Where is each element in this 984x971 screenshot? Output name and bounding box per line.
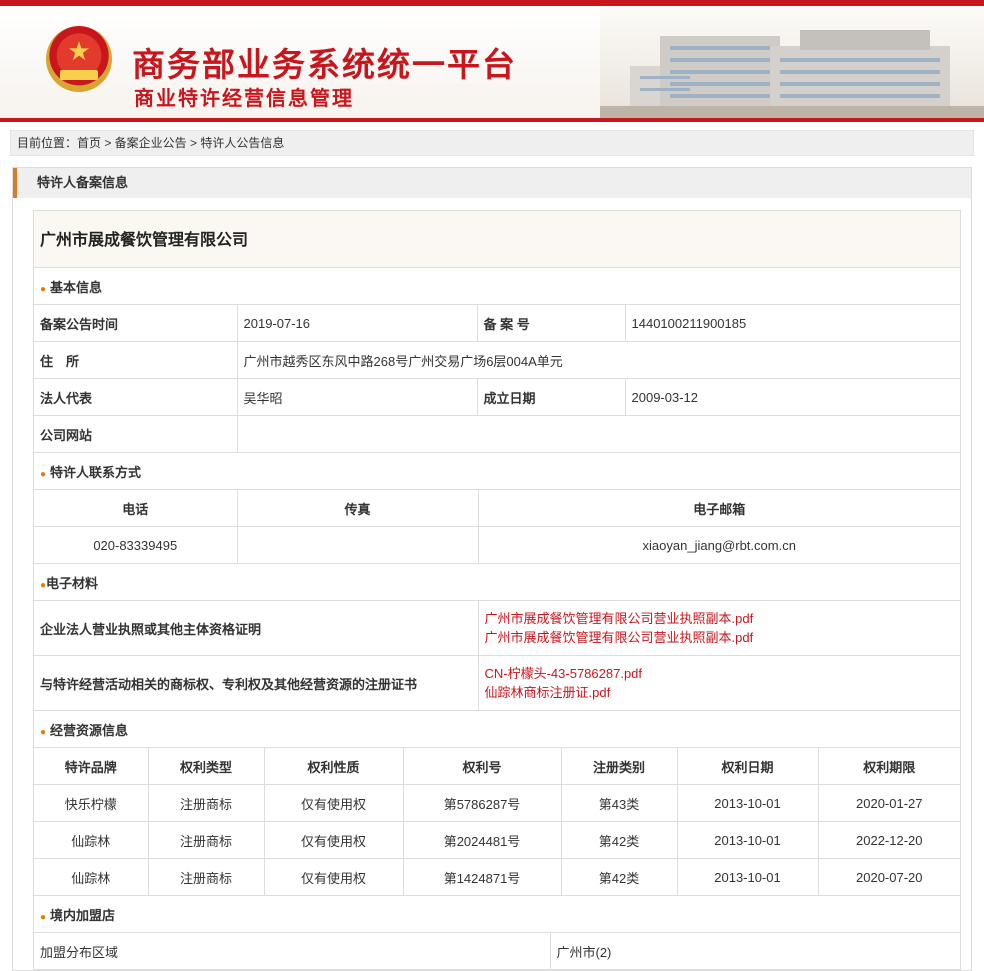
reg-class-cell: 第43类 — [561, 784, 678, 822]
right-no-cell: 第1424871号 — [403, 858, 562, 896]
section-basic-info: ● 基本信息 — [34, 268, 960, 305]
right-date-cell: 2013-10-01 — [677, 858, 819, 896]
col-right-type: 权利类型 — [148, 747, 265, 785]
right-type-cell: 注册商标 — [148, 784, 265, 822]
right-date-cell: 2013-10-01 — [677, 784, 819, 822]
right-type-cell: 注册商标 — [148, 821, 265, 859]
website-value — [237, 415, 960, 453]
license-file-link[interactable]: 广州市展成餐饮管理有限公司营业执照副本.pdf — [485, 628, 960, 647]
basic-info-table: ● 基本信息 备案公告时间 2019-07-16 备 案 号 1440100211… — [34, 268, 960, 453]
license-file-link[interactable]: 广州市展成餐饮管理有限公司营业执照副本.pdf — [485, 609, 960, 628]
announce-date-value: 2019-07-16 — [237, 304, 478, 342]
announce-date-label: 备案公告时间 — [34, 304, 238, 342]
section-materials: ●电子材料 — [34, 564, 960, 601]
website-label: 公司网站 — [34, 415, 238, 453]
table-row: 快乐柠檬 注册商标 仅有使用权 第5786287号 第43类 2013-10-0… — [34, 784, 960, 822]
right-type-cell: 注册商标 — [148, 858, 265, 896]
license-label: 企业法人营业执照或其他主体资格证明 — [34, 600, 479, 656]
col-right-term: 权利期限 — [818, 747, 960, 785]
stores-table: ● 境内加盟店 加盟分布区域 广州市(2) — [34, 896, 960, 970]
resources-header-row: 特许品牌 权利类型 权利性质 权利号 注册类别 权利日期 权利期限 — [34, 747, 960, 785]
panel-title: 特许人备案信息 — [13, 168, 971, 198]
contact-table: ● 特许人联系方式 电话 传真 电子邮箱 020-83339495 xiaoyan… — [34, 453, 960, 564]
national-emblem-icon: ★ — [46, 26, 112, 92]
col-right-no: 权利号 — [403, 747, 562, 785]
bullet-icon: ● — [40, 283, 47, 295]
resources-table: ● 经营资源信息 特许品牌 权利类型 权利性质 权利号 注册类别 权利日期 权利期… — [34, 711, 960, 896]
phone-header: 电话 — [34, 489, 238, 527]
certificate-file-link[interactable]: 仙踪林商标注册证.pdf — [485, 683, 960, 702]
building-image — [600, 6, 984, 118]
legal-rep-value: 吴华昭 — [237, 378, 478, 416]
bullet-icon: ● — [40, 726, 47, 738]
right-term-cell: 2020-07-20 — [818, 858, 960, 896]
phone-value: 020-83339495 — [34, 526, 238, 564]
certificate-files: CN-柠檬头-43-5786287.pdf 仙踪林商标注册证.pdf — [478, 655, 960, 711]
company-name: 广州市展成餐饮管理有限公司 — [34, 211, 960, 268]
materials-table: ●电子材料 企业法人营业执照或其他主体资格证明 广州市展成餐饮管理有限公司营业执… — [34, 564, 960, 711]
section-resources: ● 经营资源信息 — [34, 711, 960, 748]
license-files: 广州市展成餐饮管理有限公司营业执照副本.pdf 广州市展成餐饮管理有限公司营业执… — [478, 600, 960, 656]
table-row: 仙踪林 注册商标 仅有使用权 第2024481号 第42类 2013-10-01… — [34, 821, 960, 859]
record-no-label: 备 案 号 — [477, 304, 626, 342]
right-term-cell: 2022-12-20 — [818, 821, 960, 859]
legal-rep-label: 法人代表 — [34, 378, 238, 416]
record-no-value: 1440100211900185 — [625, 304, 960, 342]
right-nature-cell: 仅有使用权 — [264, 784, 404, 822]
address-value: 广州市越秀区东风中路268号广州交易广场6层004A单元 — [237, 341, 960, 379]
email-value: xiaoyan_jiang@rbt.com.cn — [478, 526, 960, 564]
fax-value — [237, 526, 479, 564]
right-term-cell: 2020-01-27 — [818, 784, 960, 822]
bullet-icon: ● — [40, 911, 47, 923]
right-date-cell: 2013-10-01 — [677, 821, 819, 859]
record-details: 广州市展成餐饮管理有限公司 ● 基本信息 备案公告时间 2019-07-16 备 … — [33, 210, 961, 970]
fax-header: 传真 — [237, 489, 479, 527]
address-label: 住 所 — [34, 341, 238, 379]
col-right-date: 权利日期 — [677, 747, 819, 785]
email-header: 电子邮箱 — [478, 489, 960, 527]
brand-cell: 仙踪林 — [34, 821, 149, 859]
brand-cell: 仙踪林 — [34, 858, 149, 896]
region-label: 加盟分布区域 — [34, 932, 551, 970]
section-stores: ● 境内加盟店 — [34, 896, 960, 933]
region-value: 广州市(2) — [550, 932, 960, 970]
right-nature-cell: 仅有使用权 — [264, 858, 404, 896]
site-subtitle: 商业特许经营信息管理 — [134, 88, 354, 110]
table-row: 仙踪林 注册商标 仅有使用权 第1424871号 第42类 2013-10-01… — [34, 858, 960, 896]
site-title: 商务部业务系统统一平台 — [132, 45, 517, 84]
brand-cell: 快乐柠檬 — [34, 784, 149, 822]
breadcrumb: 目前位置：首页 > 备案企业公告 > 特许人公告信息 — [10, 130, 974, 156]
reg-class-cell: 第42类 — [561, 821, 678, 859]
col-reg-class: 注册类别 — [561, 747, 678, 785]
col-brand: 特许品牌 — [34, 747, 149, 785]
certificate-file-link[interactable]: CN-柠檬头-43-5786287.pdf — [485, 664, 960, 683]
certificate-label: 与特许经营活动相关的商标权、专利权及其他经营资源的注册证书 — [34, 655, 479, 711]
bullet-icon: ● — [40, 468, 47, 480]
right-no-cell: 第5786287号 — [403, 784, 562, 822]
founded-label: 成立日期 — [477, 378, 626, 416]
site-header: ★ 商务部业务系统统一平台 商业特许经营信息管理 — [0, 6, 984, 118]
reg-class-cell: 第42类 — [561, 858, 678, 896]
right-no-cell: 第2024481号 — [403, 821, 562, 859]
section-contact: ● 特许人联系方式 — [34, 453, 960, 490]
franchisor-panel: 特许人备案信息 广州市展成餐饮管理有限公司 ● 基本信息 备案公告时间 2019-… — [12, 167, 972, 971]
founded-value: 2009-03-12 — [625, 378, 960, 416]
col-right-nature: 权利性质 — [264, 747, 404, 785]
right-nature-cell: 仅有使用权 — [264, 821, 404, 859]
